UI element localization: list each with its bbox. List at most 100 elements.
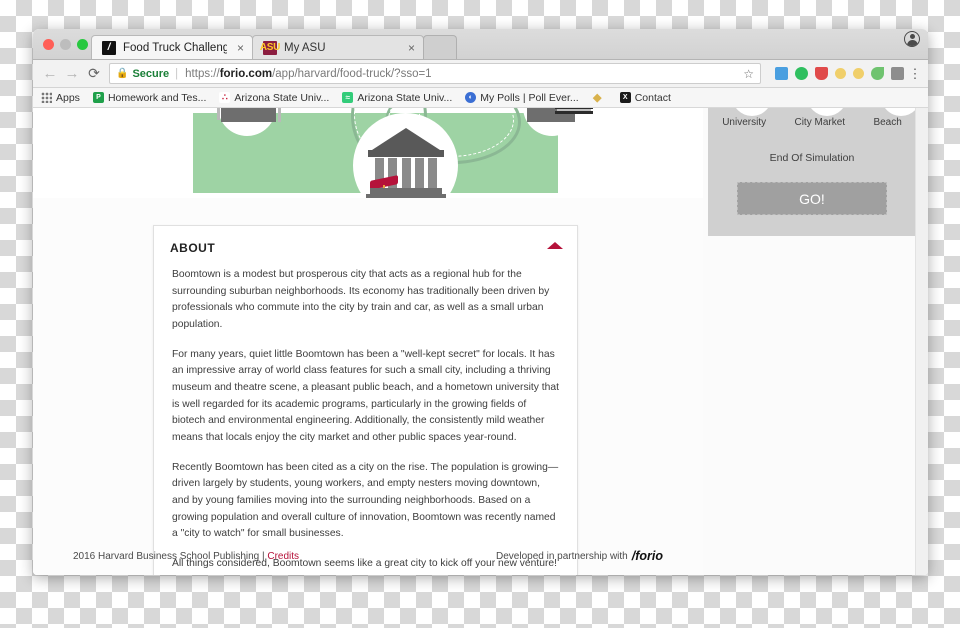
extensions-tray (767, 67, 908, 80)
slash-favicon-icon: / (102, 40, 116, 55)
page-footer: 2016 Harvard Business School Publishing … (33, 549, 703, 563)
coin-extension-icon[interactable] (835, 68, 846, 79)
bookmark-contact[interactable]: X Contact (619, 91, 671, 104)
url-path: /app/harvard/food-truck/?sso=1 (272, 67, 432, 80)
museum-building-icon (221, 108, 276, 122)
bookmark-diamond[interactable]: ◆ (592, 92, 607, 104)
beach-umbrella-icon (555, 108, 593, 114)
polls-icon: ◐ (465, 92, 477, 103)
university-building-icon (366, 128, 446, 198)
reload-button[interactable]: ⟳ (83, 65, 105, 82)
asu-favicon-icon: ASU (259, 40, 281, 55)
go-button[interactable]: GO! (737, 182, 887, 215)
bookmark-star-icon[interactable]: ☆ (737, 67, 754, 81)
bookmark-my-polls[interactable]: ◐ My Polls | Poll Ever... (465, 91, 579, 104)
museum-pillar-left-icon (217, 108, 220, 120)
bookmark-asu-2[interactable]: ≈ Arizona State Univ... (342, 92, 452, 104)
back-button[interactable]: ← (39, 65, 61, 82)
bookmark-label: My Polls | Poll Ever... (480, 91, 579, 104)
temple-base-lower (366, 194, 446, 198)
about-paragraph: For many years, quiet little Boomtown ha… (172, 348, 559, 444)
credits-link[interactable]: Credits (267, 551, 299, 562)
tab-strip: / Food Truck Challenge × ASU My ASU × (33, 29, 928, 60)
temple-architrave-icon (368, 150, 444, 157)
tab-close-icon[interactable]: × (237, 42, 244, 54)
about-panel-body: Boomtown is a modest but prosperous city… (154, 267, 577, 575)
profile-avatar-icon[interactable] (904, 31, 920, 47)
bookmark-label: Contact (634, 91, 671, 104)
copyright-text: 2016 Harvard Business School Publishing … (73, 550, 268, 562)
about-paragraph: Recently Boomtown has been cited as a ci… (172, 461, 559, 540)
location-labels-row: University City Market Beach (708, 117, 916, 128)
shield-extension-icon[interactable] (815, 67, 828, 80)
chrome-menu-icon[interactable]: ⋮ (908, 67, 922, 80)
p-icon: P (92, 92, 104, 103)
address-bar-url: https://forio.com/app/harvard/food-truck… (185, 68, 431, 80)
location-bubble-university (732, 108, 772, 116)
maximize-window-button[interactable] (77, 39, 88, 50)
url-scheme: https:// (185, 67, 220, 80)
beach-stripe-3 (555, 111, 593, 114)
temple-column (428, 158, 437, 188)
about-title: ABOUT (170, 241, 216, 255)
tab-my-asu[interactable]: ASU My ASU × (252, 35, 424, 59)
omnibox-divider: | (175, 67, 179, 80)
bookmark-apps[interactable]: Apps (41, 92, 80, 104)
x-icon: X (619, 92, 631, 103)
tab-food-truck-challenge[interactable]: / Food Truck Challenge × (91, 35, 253, 59)
bookmark-label: Apps (56, 91, 80, 104)
asu-dots-icon: ∴ (219, 92, 231, 103)
tab-title: My ASU (284, 41, 326, 54)
lock-icon: 🔒 (116, 68, 129, 79)
temple-roof-icon (372, 128, 440, 150)
main-content-column: ABOUT Boomtown is a modest but prosperou… (33, 108, 703, 575)
lock-extension-icon[interactable] (891, 67, 904, 80)
chart-extension-icon[interactable] (775, 67, 788, 80)
tab-close-icon[interactable]: × (408, 42, 415, 54)
new-tab-button[interactable] (423, 35, 457, 59)
city-map-illustration (33, 108, 703, 198)
coin2-extension-icon[interactable] (853, 68, 864, 79)
diamond-icon: ◆ (592, 92, 602, 104)
simulation-control-panel: University City Market Beach End Of Simu… (708, 108, 921, 236)
bookmark-label: Arizona State Univ... (357, 91, 453, 104)
about-paragraph: Boomtown is a modest but prosperous city… (172, 269, 550, 331)
secure-label: Secure (132, 67, 170, 80)
address-bar[interactable]: 🔒 Secure | https://forio.com/app/harvard… (109, 63, 761, 84)
about-panel-header[interactable]: ABOUT (154, 226, 577, 267)
refresh-extension-icon[interactable] (795, 67, 808, 80)
bookmarks-bar: Apps P Homework and Tes... ∴ Arizona Sta… (33, 88, 928, 108)
partnership-text: Developed in partnership with (496, 550, 628, 562)
location-label-university: University (722, 117, 767, 128)
minimize-window-button[interactable] (60, 39, 71, 50)
browser-window: / Food Truck Challenge × ASU My ASU × ← … (33, 29, 928, 575)
bookmark-homework[interactable]: P Homework and Tes... (92, 91, 207, 104)
close-window-button[interactable] (43, 39, 54, 50)
about-panel: ABOUT Boomtown is a modest but prosperou… (153, 225, 578, 575)
temple-column (401, 158, 411, 188)
caret-up-icon[interactable] (547, 242, 563, 249)
forward-button[interactable]: → (61, 65, 83, 82)
location-label-city-market: City Market (794, 117, 846, 128)
bookmark-label: Homework and Tes... (107, 91, 207, 104)
footer-partnership: Developed in partnership with /forio (496, 549, 663, 563)
forio-logo: /forio (631, 549, 663, 563)
leaf-extension-icon[interactable] (871, 67, 884, 80)
browser-toolbar: ← → ⟳ 🔒 Secure | https://forio.com/app/h… (33, 31, 928, 88)
tab-title: Food Truck Challenge (123, 41, 227, 54)
location-label-beach: Beach (873, 117, 902, 128)
window-traffic-lights (43, 39, 88, 50)
tabs-container: / Food Truck Challenge × ASU My ASU × (91, 35, 457, 59)
page-scrollbar[interactable] (915, 108, 928, 575)
temple-column (414, 158, 424, 188)
url-domain: forio.com (219, 67, 273, 80)
page-viewport: ABOUT Boomtown is a modest but prosperou… (33, 108, 928, 575)
asu-green-icon: ≈ (342, 92, 354, 103)
bookmark-label: Arizona State Univ... (234, 91, 330, 104)
museum-pillar-right-icon (278, 108, 281, 122)
footer-copyright: 2016 Harvard Business School Publishing … (73, 551, 299, 562)
bookmark-asu-1[interactable]: ∴ Arizona State Univ... (219, 92, 329, 104)
sidebar-column: University City Market Beach End Of Simu… (703, 108, 928, 575)
simulation-status: End Of Simulation (769, 152, 855, 164)
location-bubble-city-market (807, 108, 847, 116)
